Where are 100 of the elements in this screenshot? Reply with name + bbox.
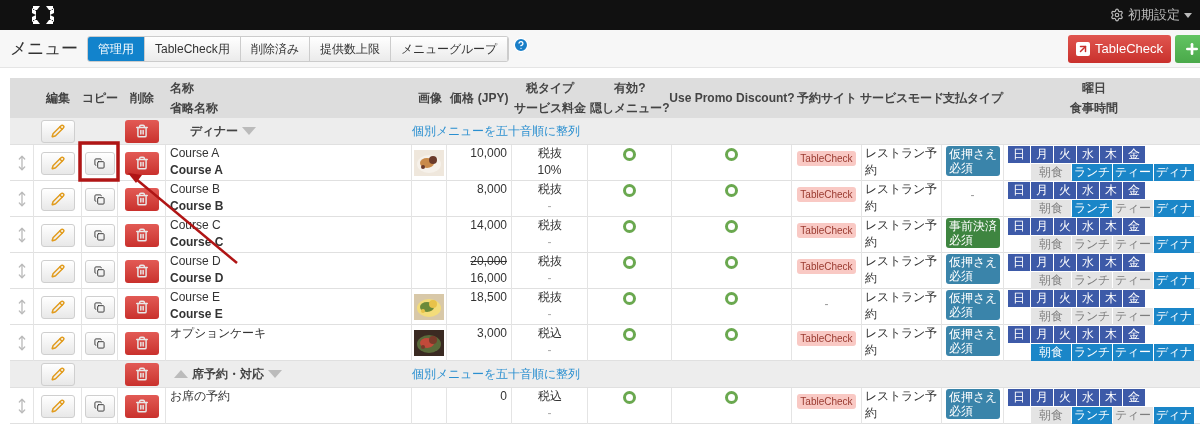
edit-button[interactable]: [41, 362, 75, 386]
plus-icon: [1184, 40, 1200, 57]
caret-down-icon: [1184, 12, 1192, 18]
weekday-chip: 金: [1123, 218, 1145, 235]
weekday-chip: 日: [1008, 254, 1030, 271]
caret-down-icon[interactable]: [242, 127, 256, 135]
tax-type: 税抜: [537, 145, 562, 162]
menu-name: Course E: [170, 289, 222, 306]
tablecheck-button[interactable]: TableCheck: [1068, 34, 1171, 63]
trash-icon: [135, 367, 149, 381]
tab[interactable]: 提供数上限: [309, 36, 391, 61]
meal-chip: 朝食: [1031, 308, 1071, 325]
delete-button[interactable]: [125, 119, 159, 143]
copy-button[interactable]: [84, 259, 115, 283]
logo-icon[interactable]: [30, 4, 56, 26]
edit-button[interactable]: [40, 331, 75, 355]
tax-type: 税込: [537, 325, 562, 342]
weekday-chip: 火: [1054, 254, 1076, 271]
delete-button[interactable]: [124, 295, 159, 319]
weekday-chip: 水: [1077, 326, 1099, 343]
copy-button[interactable]: [84, 331, 115, 355]
tab[interactable]: 削除済み: [240, 36, 310, 61]
weekday-chip: 木: [1100, 182, 1122, 199]
edit-button[interactable]: [41, 119, 75, 143]
column-header: 曜日: [1082, 80, 1106, 97]
weekday-chip: 木: [1100, 146, 1122, 163]
weekday-chip: 木: [1100, 218, 1122, 235]
service-mode: レストラン予約: [865, 290, 937, 321]
meal-chip: ティー: [1113, 272, 1153, 289]
meal-chip: 朝食: [1031, 272, 1071, 289]
edit-button[interactable]: [40, 394, 75, 418]
delete-button[interactable]: [125, 362, 159, 386]
edit-button[interactable]: [40, 223, 75, 247]
pencil-icon: [50, 264, 65, 278]
copy-button[interactable]: [84, 295, 115, 319]
payment-badge: 事前決済必須: [945, 218, 1000, 248]
meal-chip: ティー: [1113, 236, 1153, 253]
tab[interactable]: TableCheck用: [145, 36, 241, 61]
service-mode: レストラン予約: [865, 146, 937, 177]
delete-button[interactable]: [124, 223, 159, 247]
service-charge: -: [547, 306, 552, 323]
meal-chip: 朝食: [1031, 236, 1071, 253]
delete-button[interactable]: [124, 151, 159, 175]
edit-button[interactable]: [40, 295, 75, 319]
meal-chip: ランチ: [1072, 164, 1112, 181]
tax-type: 税抜: [537, 217, 562, 234]
edit-button[interactable]: [40, 151, 75, 175]
delete-button[interactable]: [124, 331, 159, 355]
weekday-chip: 水: [1077, 218, 1099, 235]
meal-chip: ランチ: [1072, 272, 1112, 289]
edit-button[interactable]: [40, 259, 75, 283]
meal-chip: ティー: [1113, 407, 1153, 424]
settings-icon: [1110, 8, 1124, 22]
site-badge: TableCheck: [797, 223, 856, 238]
service-mode: レストラン予約: [865, 182, 937, 213]
copy-button[interactable]: [84, 151, 115, 175]
weekday-chip: 月: [1031, 254, 1053, 271]
meal-chip: ティー: [1113, 164, 1153, 181]
price: 10,000: [470, 145, 507, 162]
short-name: Course D: [170, 270, 225, 287]
pencil-icon: [50, 300, 65, 314]
meal-chip: ディナ: [1154, 164, 1194, 181]
tab[interactable]: メニューグループ: [390, 36, 508, 61]
weekday-chip: 月: [1031, 182, 1053, 199]
delete-button[interactable]: [124, 259, 159, 283]
copy-button[interactable]: [84, 223, 115, 247]
weekday-chip: 金: [1123, 290, 1145, 307]
site-badge: TableCheck: [797, 331, 856, 346]
group-name: ディナー: [190, 123, 238, 140]
trash-icon: [134, 336, 149, 350]
payment-badge: 仮押さえ必須: [945, 326, 1000, 356]
caret-down-icon[interactable]: [268, 370, 282, 378]
delete-button[interactable]: [124, 394, 159, 418]
column-header: サービスモード: [860, 90, 944, 107]
edit-button[interactable]: [40, 187, 75, 211]
help-icon[interactable]: [512, 36, 529, 53]
menu-name: Course A: [170, 145, 221, 162]
page-title: メニュー: [10, 37, 78, 60]
column-header: 支払タイプ: [943, 90, 1003, 107]
column-header: コピー: [82, 90, 118, 107]
copy-icon: [94, 265, 105, 277]
tab[interactable]: 管理用: [88, 36, 145, 61]
copy-button[interactable]: [84, 187, 115, 211]
payment-badge: 仮押さえ必須: [945, 254, 1000, 284]
weekday-chip: 日: [1008, 182, 1030, 199]
column-header: Use Promo Discount?: [669, 90, 795, 107]
delete-button[interactable]: [124, 187, 159, 211]
column-header: 画像: [417, 90, 442, 107]
service-mode: レストラン予約: [865, 218, 937, 249]
caret-up-icon[interactable]: [174, 370, 188, 378]
copy-button[interactable]: [84, 394, 115, 418]
trash-icon: [134, 192, 149, 206]
meal-chip: ディナ: [1154, 344, 1194, 361]
weekday-chip: 月: [1031, 326, 1053, 343]
settings-menu[interactable]: 初期設定: [1110, 5, 1192, 25]
group-name: 席予約・対応: [192, 366, 264, 383]
copy-icon: [94, 400, 105, 412]
copy-icon: [94, 229, 105, 241]
short-name: Course E: [170, 306, 224, 323]
meal-chip: ランチ: [1072, 407, 1112, 424]
